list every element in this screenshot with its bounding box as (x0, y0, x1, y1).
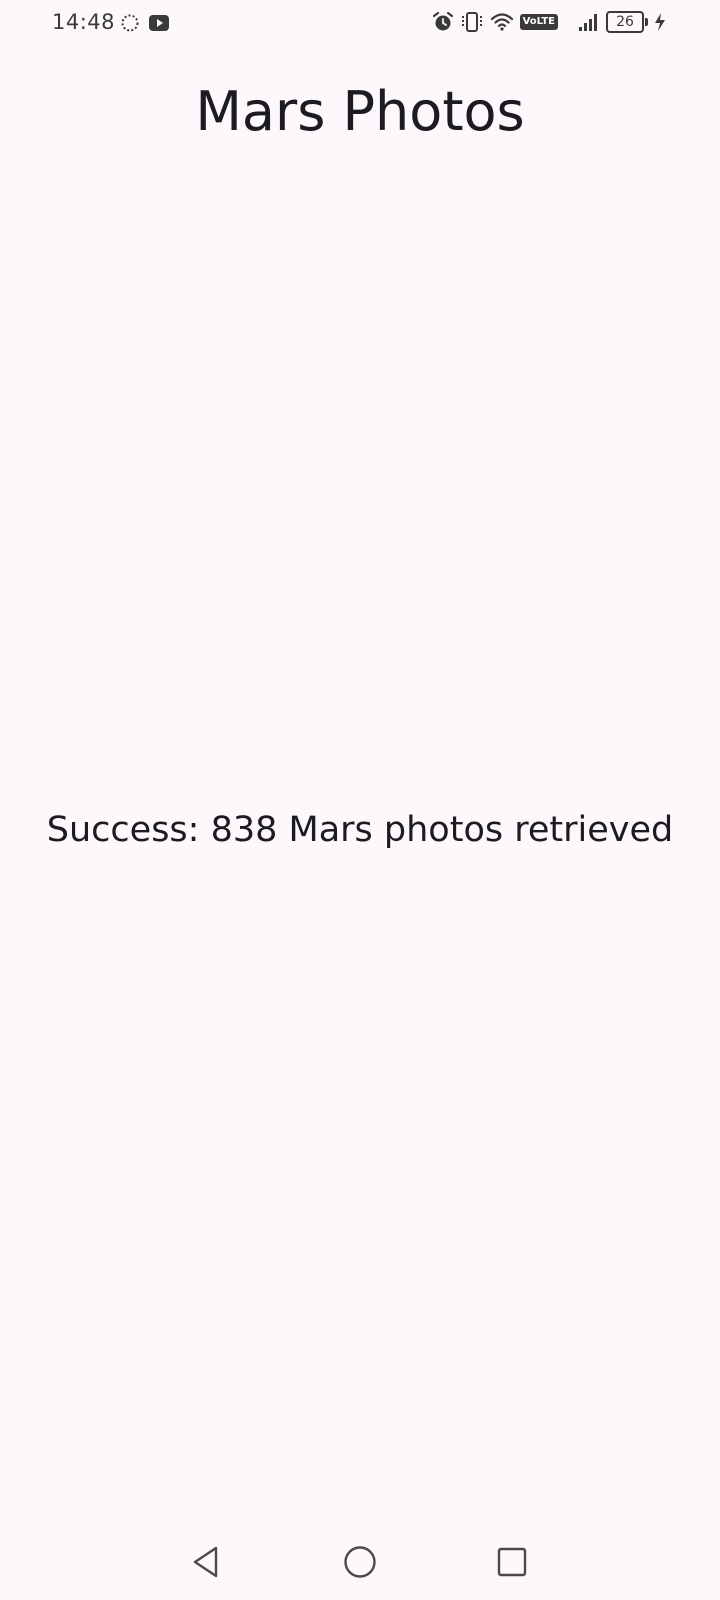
battery-tip (645, 18, 648, 26)
sync-icon (120, 13, 140, 33)
recents-button[interactable] (492, 1542, 532, 1582)
vibrate-icon (460, 11, 484, 33)
home-button[interactable] (340, 1542, 380, 1582)
charging-icon (654, 12, 666, 32)
app-title: Mars Photos (195, 80, 525, 143)
signal-icon (578, 12, 600, 32)
status-right-icons: VoLTE 26 (432, 11, 666, 33)
status-left-icons (120, 13, 170, 33)
volte-icon: VoLTE (519, 14, 558, 30)
status-time: 14:48 (52, 10, 116, 34)
status-bar: 14:48 VoLTE 26 (0, 0, 720, 48)
back-button[interactable] (186, 1542, 226, 1582)
battery-icon: 26 (606, 11, 648, 33)
navigation-bar (0, 1530, 720, 1600)
youtube-icon (148, 14, 170, 32)
alarm-icon (432, 11, 454, 33)
wifi-icon (490, 12, 514, 32)
result-message: Success: 838 Mars photos retrieved (46, 810, 674, 850)
back-icon (190, 1545, 222, 1579)
screen: 14:48 VoLTE 26 Mars Photos Success: 838 … (0, 0, 720, 1600)
home-icon (343, 1545, 377, 1579)
battery-level: 26 (606, 11, 644, 33)
recents-icon (496, 1546, 528, 1578)
